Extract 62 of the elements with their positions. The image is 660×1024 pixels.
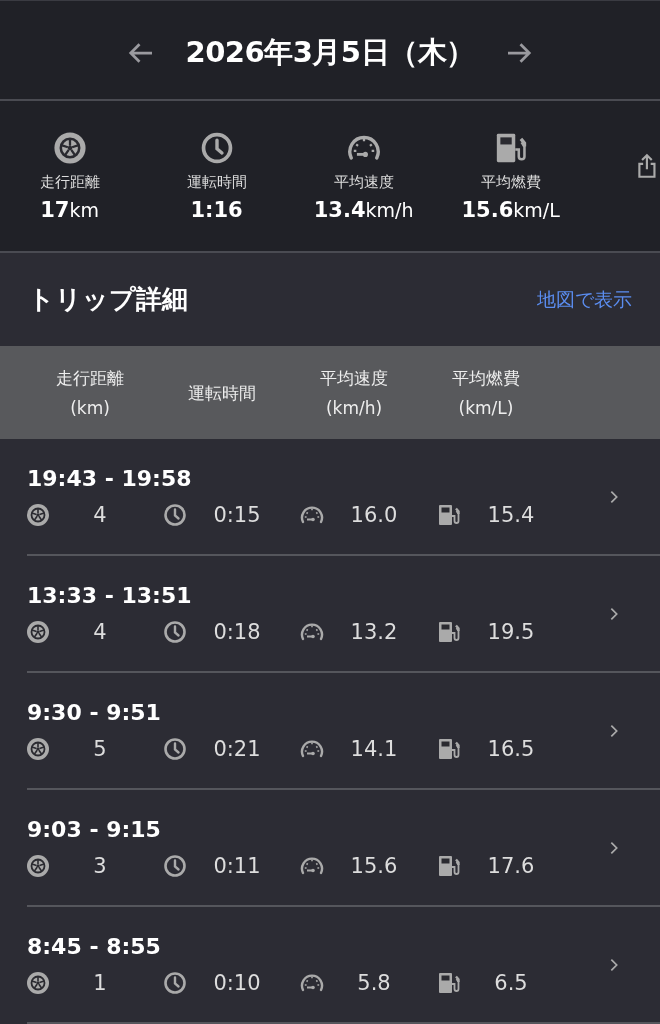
stat-label: 平均燃費 (480, 172, 541, 192)
trip-row[interactable]: 13:33 - 13:51 4 0:18 13.2 19.5 (27, 556, 660, 673)
clock-icon (163, 737, 187, 761)
fuel-pump-icon (437, 620, 461, 644)
trip-value: 16.0 (349, 503, 399, 527)
stat-label: 運転時間 (186, 172, 247, 192)
trip-value: 15.4 (486, 503, 536, 527)
stat-label: 走行距離 (39, 172, 100, 192)
trip-time: 19:43 - 19:58 (27, 466, 193, 491)
trip-row[interactable]: 9:03 - 9:15 3 0:11 15.6 17.6 (27, 790, 660, 907)
trip-value: 5 (92, 737, 108, 761)
trip-row[interactable]: 19:43 - 19:58 4 0:15 16.0 15.4 (27, 439, 660, 556)
wheel-icon (26, 854, 50, 878)
trip-row[interactable]: 8:45 - 8:55 1 0:10 5.8 6.5 (27, 907, 660, 1024)
date-title: 2026年3月5日（木） (185, 33, 475, 71)
trip-time: 9:03 - 9:15 (27, 817, 162, 842)
wheel-icon (52, 130, 87, 165)
trip-value: 4 (92, 620, 108, 644)
map-link[interactable]: 地図で表示 (537, 286, 632, 313)
stat-value: 15.6km/L (461, 197, 560, 222)
trip-time: 13:33 - 13:51 (27, 583, 193, 608)
column-header: 走行距離 (km) (55, 366, 125, 420)
trip-row[interactable]: 9:30 - 9:51 5 0:21 14.1 16.5 (27, 673, 660, 790)
trip-value: 19.5 (486, 620, 536, 644)
wheel-icon (26, 737, 50, 761)
trip-value: 15.6 (349, 854, 399, 878)
trip-time: 9:30 - 9:51 (27, 700, 162, 725)
clock-icon (163, 971, 187, 995)
trip-value: 0:10 (212, 971, 262, 995)
fuel-pump-icon (437, 971, 461, 995)
trip-value: 5.8 (356, 971, 392, 995)
clock-icon (199, 130, 234, 165)
stat-value: 1:16 (190, 197, 243, 222)
wheel-icon (26, 620, 50, 644)
wheel-icon (26, 971, 50, 995)
section-title: トリップ詳細 (28, 283, 188, 316)
trip-value: 0:18 (212, 620, 262, 644)
fuel-pump-icon (437, 737, 461, 761)
stat-label: 平均速度 (333, 172, 394, 192)
fuel-pump-icon (437, 854, 461, 878)
stat-value: 13.4km/h (313, 197, 414, 222)
trip-value: 13.2 (349, 620, 399, 644)
trip-value: 3 (92, 854, 108, 878)
column-header: 平均速度 (km/h) (319, 366, 389, 420)
clock-icon (163, 503, 187, 527)
trip-value: 1 (92, 971, 108, 995)
trip-value: 16.5 (486, 737, 536, 761)
clock-icon (163, 854, 187, 878)
trip-time: 8:45 - 8:55 (27, 934, 162, 959)
trip-value: 0:15 (212, 503, 262, 527)
trip-value: 6.5 (493, 971, 529, 995)
clock-icon (163, 620, 187, 644)
trip-value: 17.6 (486, 854, 536, 878)
wheel-icon (26, 503, 50, 527)
stat-value: 17km (40, 197, 99, 222)
fuel-pump-icon (437, 503, 461, 527)
trip-value: 0:21 (212, 737, 262, 761)
trip-value: 0:11 (212, 854, 262, 878)
column-header: 運転時間 (187, 381, 257, 405)
column-header: 平均燃費 (km/L) (451, 366, 521, 420)
trip-value: 4 (92, 503, 108, 527)
trip-value: 14.1 (349, 737, 399, 761)
